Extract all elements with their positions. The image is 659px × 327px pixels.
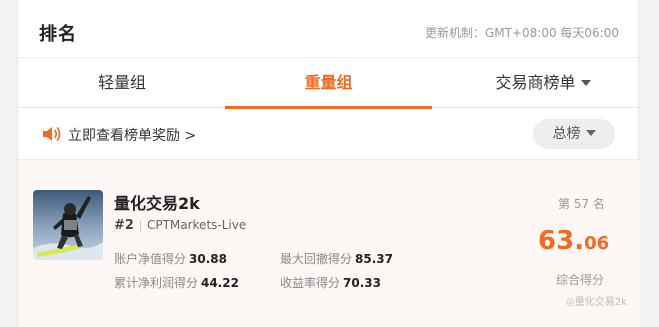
ranking-card: 排名 更新机制：GMT+08:00 每天06:00 轻量组 重量组 交易商榜单 …	[17, 0, 640, 327]
composite-score: 63.06	[538, 226, 609, 256]
tab-light-group[interactable]: 轻量组	[40, 58, 204, 108]
score-decimal: 06	[584, 233, 610, 254]
stat-value: 30.88	[189, 252, 227, 266]
score-integer: 63.	[538, 226, 585, 256]
watermark: ◎量化交易2k	[566, 297, 627, 308]
tab-heavy-group[interactable]: 重量组	[225, 58, 432, 109]
page-title: 排名	[39, 24, 77, 45]
total-ranking-dropdown[interactable]: 总榜	[533, 119, 615, 149]
total-ranking-label: 总榜	[552, 126, 581, 142]
tab-heavy-label: 重量组	[304, 73, 353, 92]
stat-return-score: 收益率得分 70.33	[280, 274, 381, 291]
stat-label: 累计净利润得分	[114, 276, 199, 290]
stat-value: 44.22	[201, 276, 239, 290]
speaker-icon	[43, 127, 61, 141]
place-rank: 第 57 名	[558, 197, 605, 211]
trader-name[interactable]: 量化交易2k	[114, 190, 200, 214]
stat-max-drawdown-score: 最大回撤得分 85.37	[280, 250, 393, 267]
chevron-down-icon	[580, 79, 591, 86]
rewards-row: 立即查看榜单奖励 > 总榜	[18, 108, 640, 160]
composite-score-label: 综合得分	[556, 273, 605, 287]
divider	[139, 220, 141, 231]
stat-net-profit-score: 累计净利润得分 44.22	[114, 274, 239, 291]
avatar	[33, 190, 103, 260]
ranking-entry[interactable]: 量化交易2k #2 CPTMarkets-Live 账户净值得分 30.88 最大回…	[18, 160, 640, 327]
chevron-down-icon	[585, 130, 596, 136]
group-tabs: 轻量组 重量组 交易商榜单	[18, 58, 640, 109]
update-info: 更新机制：GMT+08:00 每天06:00	[424, 26, 619, 40]
view-rewards-link[interactable]: 立即查看榜单奖励 >	[68, 125, 196, 145]
tab-light-label: 轻量组	[97, 73, 146, 92]
stat-label: 收益率得分	[280, 276, 341, 290]
rank-number: #2	[114, 218, 134, 233]
ranking-header: 排名 更新机制：GMT+08:00 每天06:00	[18, 0, 640, 58]
tab-broker-ranking[interactable]: 交易商榜单	[448, 58, 638, 108]
stat-label: 账户净值得分	[114, 252, 187, 266]
rank-line: #2 CPTMarkets-Live	[114, 218, 246, 233]
account-server: CPTMarkets-Live	[146, 218, 247, 232]
stat-equity-score: 账户净值得分 30.88	[114, 250, 227, 267]
stat-value: 85.37	[355, 252, 393, 266]
tab-broker-label: 交易商榜单	[495, 73, 576, 92]
stat-label: 最大回撤得分	[280, 252, 353, 266]
stat-value: 70.33	[343, 276, 381, 290]
